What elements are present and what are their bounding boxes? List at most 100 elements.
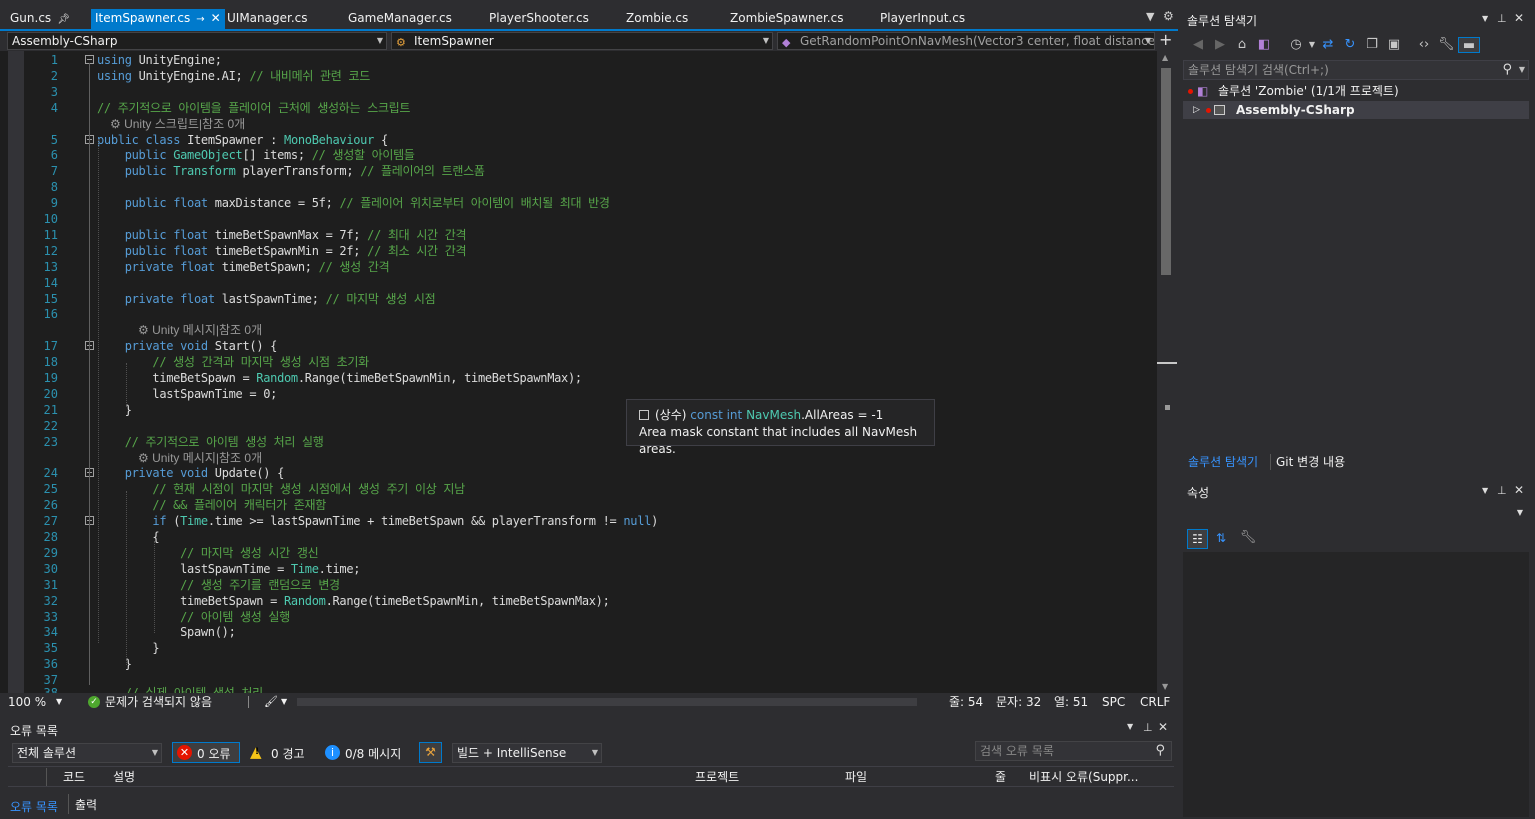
collapse-all-icon[interactable]: ❐ [1364, 37, 1380, 53]
tab-zombiespawner[interactable]: ZombieSpawner.cs [730, 9, 843, 29]
tab-itemspawner[interactable]: ItemSpawner.cs → ✕ [91, 9, 225, 29]
code-line[interactable]: 29 // 마지막 생성 시간 갱신 [0, 545, 1157, 561]
close-icon[interactable]: ✕ [1158, 720, 1168, 734]
code-line[interactable]: 12 public float timeBetSpawnMin = 2f; //… [0, 243, 1157, 259]
code-line[interactable]: 30 lastSpawnTime = Time.time; [0, 561, 1157, 577]
zoom-level[interactable]: 100 % [8, 693, 46, 711]
code-line[interactable]: 13 private float timeBetSpawn; // 생성 간격 [0, 259, 1157, 275]
code-line[interactable]: 32 timeBetSpawn = Random.Range(timeBetSp… [0, 593, 1157, 609]
brush-icon[interactable]: 🖌︎ [264, 693, 278, 711]
close-icon[interactable]: ✕ [1514, 11, 1524, 25]
tab-solution-explorer[interactable]: 솔루션 탐색기 [1188, 452, 1258, 472]
refresh-icon[interactable]: ↻ [1342, 37, 1358, 53]
close-icon[interactable]: ✕ [211, 11, 221, 25]
tab-uimanager[interactable]: UIManager.cs [227, 9, 307, 29]
code-line[interactable]: 1 using UnityEngine; [0, 52, 1157, 68]
code-line[interactable]: 26 // && 플레이어 캐릭터가 존재함 [0, 497, 1157, 513]
code-line[interactable]: 4 // 주기적으로 아이템을 플레이어 근처에 생성하는 스크립트 [0, 100, 1157, 116]
tree-item-project[interactable]: ▷ Assembly-CSharp [1183, 101, 1529, 119]
categorized-icon[interactable]: ☷ [1187, 529, 1208, 549]
code-line[interactable]: 35 } [0, 640, 1157, 656]
gear-icon[interactable]: ⚙ [1163, 9, 1174, 23]
pin-icon[interactable]: 📌︎ [57, 14, 70, 25]
chevron-down-icon[interactable]: ▼ [281, 693, 287, 711]
history-icon[interactable]: ◷ [1288, 37, 1304, 53]
sync-icon[interactable]: ⇄ [1320, 37, 1336, 53]
pin-icon[interactable]: ⊥ [1497, 12, 1507, 25]
pin-icon[interactable]: → [196, 14, 204, 25]
tab-playershooter[interactable]: PlayerShooter.cs [489, 9, 589, 29]
wrench-icon[interactable]: 🔧︎ [1238, 529, 1258, 549]
code-line[interactable]: 14 [0, 275, 1157, 291]
code-line[interactable]: 7 public Transform playerTransform; // 플… [0, 163, 1157, 179]
split-editor-icon[interactable]: + [1159, 32, 1172, 48]
filter-icon[interactable]: ⚒ [419, 742, 442, 763]
error-search-input[interactable]: 검색 오류 목록 ⚲ [975, 741, 1172, 761]
code-line[interactable]: 31 // 생성 주기를 랜덤으로 변경 [0, 577, 1157, 593]
chevron-down-icon[interactable]: ▼ [1304, 37, 1320, 53]
tab-git-changes[interactable]: Git 변경 내용 [1276, 452, 1345, 472]
forward-icon[interactable]: ▶ [1212, 37, 1228, 53]
code-line[interactable]: 16 [0, 306, 1157, 322]
pin-icon[interactable]: ⊥ [1143, 721, 1153, 734]
code-line[interactable]: 24 private void Update() { [0, 465, 1157, 481]
switch-views-icon[interactable]: ◧ [1256, 37, 1272, 53]
column-header-file[interactable]: 파일 [845, 768, 867, 786]
code-line[interactable]: 11 public float timeBetSpawnMax = 7f; //… [0, 227, 1157, 243]
chevron-down-icon[interactable]: ▼ [1482, 486, 1488, 495]
code-line[interactable]: 20 lastSpawnTime = 0; [0, 386, 1157, 402]
issues-indicator[interactable]: 문제가 검색되지 않음 [105, 693, 212, 711]
code-line[interactable]: 36 } [0, 656, 1157, 672]
code-line[interactable]: 8 [0, 179, 1157, 195]
tab-gun[interactable]: Gun.cs 📌︎ [10, 9, 70, 29]
errors-filter-button[interactable]: ✕ 0 오류 [172, 742, 240, 763]
code-lens-text[interactable]: ⚙ Unity 메시지|참조 0개 [138, 450, 262, 466]
code-line[interactable]: 28 { [0, 529, 1157, 545]
code-line[interactable]: 5 public class ItemSpawner : MonoBehaviou… [0, 132, 1157, 148]
code-line[interactable]: 21 } [0, 402, 1157, 418]
class-dropdown[interactable]: ⚙ ItemSpawner ▼ [391, 32, 773, 50]
wrench-icon[interactable]: 🔧︎ [1438, 37, 1455, 53]
editor-horizontal-scrollbar[interactable] [297, 698, 917, 706]
code-lens-text[interactable]: ⚙ Unity 스크립트|참조 0개 [110, 116, 245, 132]
code-line[interactable]: 19 timeBetSpawn = Random.Range(timeBetSp… [0, 370, 1157, 386]
pin-icon[interactable]: ⊥ [1497, 484, 1507, 497]
project-dropdown[interactable]: Assembly-CSharp ▼ [7, 32, 387, 50]
solution-search-input[interactable]: 솔루션 탐색기 검색(Ctrl+;) ⚲ ▼ [1183, 60, 1529, 80]
code-line[interactable]: 9 public float maxDistance = 5f; // 플레이어… [0, 195, 1157, 211]
home-icon[interactable]: ⌂ [1234, 37, 1250, 53]
chevron-down-icon[interactable]: ▼ [1127, 722, 1133, 731]
column-header-line[interactable]: 줄 [995, 768, 1006, 786]
preview-icon[interactable]: ▬ [1458, 37, 1480, 53]
code-line[interactable]: 22 [0, 418, 1157, 434]
alphabetical-icon[interactable]: ⇅ [1211, 529, 1231, 549]
code-editor[interactable]: 1 using UnityEngine; 2 using UnityEngine.AI… [0, 51, 1157, 693]
chevron-down-icon[interactable]: ▼ [56, 693, 62, 711]
tab-list-dropdown-icon[interactable]: ▼ [1146, 10, 1154, 23]
code-line[interactable]: 27 if (Time.time >= lastSpawnTime + time… [0, 513, 1157, 529]
code-line[interactable]: 15 private float lastSpawnTime; // 마지막 생… [0, 291, 1157, 307]
chevron-down-icon[interactable]: ▼ [1482, 14, 1488, 23]
back-icon[interactable]: ◀ [1190, 37, 1206, 53]
column-header-code[interactable]: 코드 [63, 768, 85, 786]
code-line[interactable]: 25 // 현재 시점이 마지막 생성 시점에서 생성 주기 이상 지남 [0, 481, 1157, 497]
messages-filter-button[interactable]: i 0/8 메시지 [325, 744, 415, 764]
column-header-project[interactable]: 프로젝트 [695, 768, 739, 786]
code-line[interactable]: 17 private void Start() { [0, 338, 1157, 354]
scroll-down-icon[interactable]: ▼ [1162, 682, 1168, 691]
build-filter-dropdown[interactable]: 빌드 + IntelliSense ▼ [452, 743, 602, 763]
column-header-suppression[interactable]: 비표시 오류(Suppr... [1029, 768, 1138, 786]
close-icon[interactable]: ✕ [1514, 483, 1524, 497]
tab-gamemanager[interactable]: GameManager.cs [348, 9, 452, 29]
scope-dropdown[interactable]: 전체 솔루션 ▼ [12, 743, 162, 763]
code-line[interactable]: 10 [0, 211, 1157, 227]
member-dropdown[interactable]: ◆ GetRandomPointOnNavMesh(Vector3 center,… [777, 32, 1155, 50]
tree-item-solution[interactable]: ◧ 솔루션 'Zombie' (1/1개 프로젝트) [1187, 83, 1529, 100]
code-lens-text[interactable]: ⚙ Unity 메시지|참조 0개 [138, 322, 262, 338]
scrollbar-thumb[interactable] [1161, 68, 1171, 275]
warnings-filter-button[interactable]: ▲ ! 0 경고 [250, 743, 318, 764]
code-lens[interactable]: ⚙ Unity 스크립트|참조 0개 [0, 116, 1157, 132]
code-line[interactable]: 33 // 아이템 생성 실행 [0, 609, 1157, 625]
code-lens[interactable]: ⚙ Unity 메시지|참조 0개 [0, 322, 1157, 338]
scroll-up-icon[interactable]: ▲ [1162, 53, 1168, 62]
